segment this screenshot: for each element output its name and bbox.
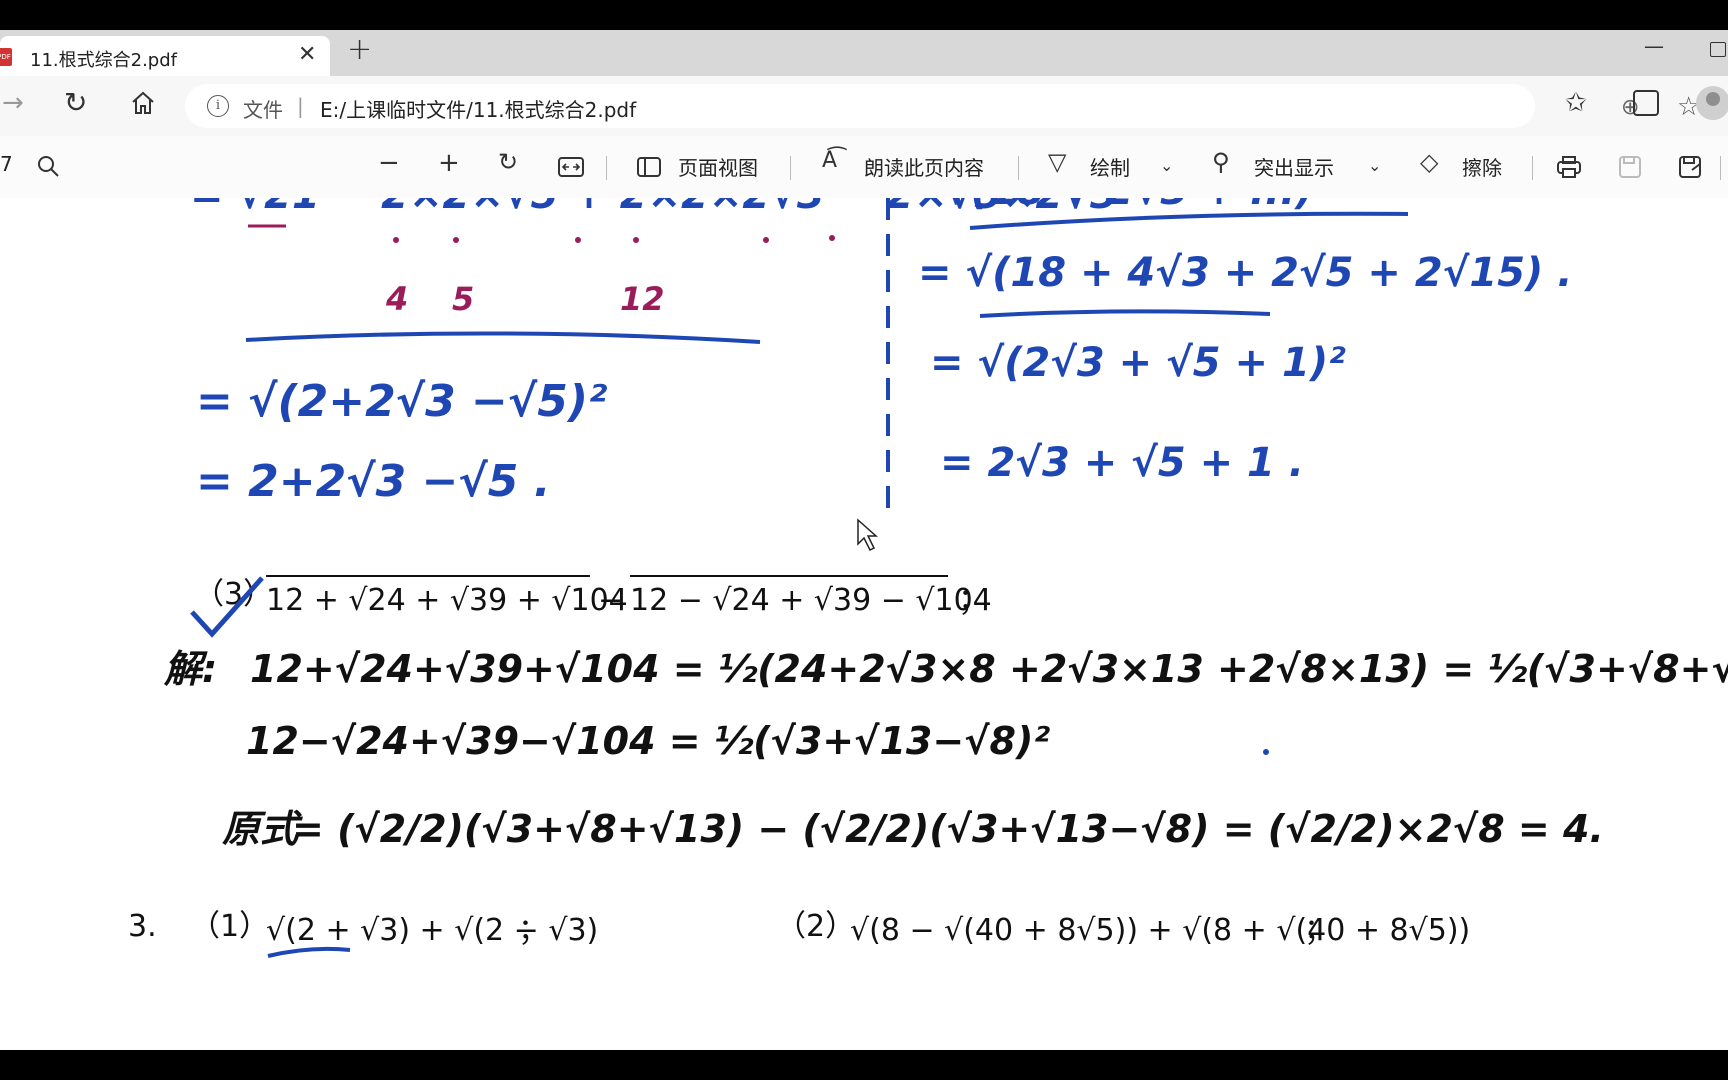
minimize-icon[interactable]: — — [1644, 34, 1664, 58]
question-3-2-end: ； — [1304, 913, 1334, 948]
handwritten-right-line3: = 2√3 + √5 + 1 . — [940, 440, 1304, 486]
restore-icon[interactable] — [1710, 42, 1726, 57]
handwritten-number-12: 12 — [620, 280, 665, 318]
forward-icon[interactable]: → — [2, 88, 24, 118]
erase-button[interactable]: 擦除 — [1462, 152, 1502, 181]
tab-strip: PDF 11.根式综合2.pdf ✕ + — — [0, 30, 1728, 76]
handwritten-right-line2: = √(2√3 + √5 + 1)² — [930, 340, 1346, 386]
print-icon[interactable] — [1556, 156, 1582, 178]
screen-frame-bottom — [0, 1050, 1728, 1080]
question-3-number: 3. — [128, 909, 157, 944]
page-number-fragment: 7 — [0, 152, 13, 176]
toolbar-separator — [1018, 156, 1019, 180]
highlight-icon[interactable]: ⚲ — [1212, 148, 1230, 176]
new-tab-icon[interactable]: + — [347, 32, 372, 67]
save-icon[interactable] — [1618, 156, 1642, 178]
toolbar-separator — [1532, 156, 1533, 180]
profile-avatar[interactable] — [1696, 86, 1728, 120]
address-bar-row: → ↻ i 文件 | E:/上课临时文件/11.根式综合2.pdf ⊕ ☆ ✩ — [0, 76, 1728, 136]
draw-icon[interactable]: ▽ — [1048, 148, 1066, 176]
zoom-out-icon[interactable]: − — [378, 148, 400, 178]
question-3-1-label: （1） — [190, 909, 269, 944]
problem-3-end: ； — [958, 583, 988, 618]
refresh-icon[interactable]: ↻ — [64, 86, 87, 119]
handwritten-left-line3: = 2+2√3 −√5 . — [196, 456, 550, 507]
url-field[interactable]: i 文件 | E:/上课临时文件/11.根式综合2.pdf ⊕ ☆ — [185, 84, 1700, 128]
solution-line3-label: 原式 — [222, 807, 303, 851]
favorites-icon[interactable]: ✩ — [1565, 88, 1587, 118]
page-view-icon[interactable] — [636, 156, 662, 178]
problem-3-expr-a: 12 + √24 + √39 + √104 — [266, 583, 628, 618]
solution-line2: 12−√24+√39−√104 = ½(√3+√13−√8)² — [246, 719, 1050, 763]
solution-line1: 12+√24+√39+√104 = ½(24+2√3×8 +2√3×13 +2√… — [250, 647, 1728, 691]
url-text: E:/上课临时文件/11.根式综合2.pdf — [320, 98, 637, 122]
ink-dots — [393, 235, 835, 243]
pdf-page-canvas: = √21 − 2×2×√5 + 2×2×2√3 − 2×√5×2√3 4 5 … — [128, 198, 1728, 958]
highlight-button[interactable]: 突出显示 — [1254, 152, 1334, 181]
question-3-2-expr: √(8 − √(40 + 8√5)) + √(8 + √(40 + 8√5)) — [850, 913, 1470, 948]
mouse-cursor-icon — [857, 518, 878, 552]
ink-underline — [267, 946, 351, 958]
question-3-1-expr: √(2 + √3) + √(2 − √3) — [266, 913, 598, 948]
read-aloud-icon[interactable]: A͡ — [822, 148, 837, 173]
chevron-down-icon[interactable]: ⌄ — [1368, 156, 1381, 175]
toolbar-separator — [790, 156, 791, 180]
tab-title: 11.根式综合2.pdf — [30, 50, 177, 71]
draw-button[interactable]: 绘制 — [1090, 152, 1130, 181]
close-icon[interactable]: ✕ — [298, 42, 316, 67]
question-3-1-end: ； — [518, 913, 548, 948]
toolbar-separator — [1720, 156, 1721, 180]
page-view-button[interactable]: 页面视图 — [678, 152, 758, 181]
handwritten-number-4: 4 — [385, 280, 408, 318]
handwritten-right-line1: = √(18 + 4√3 + 2√5 + 2√15) . — [918, 250, 1572, 296]
question-3-2-label: （2） — [776, 909, 855, 944]
fit-width-icon[interactable] — [558, 156, 584, 178]
handwritten-left-line2: = √(2+2√3 −√5)² — [196, 376, 607, 427]
chevron-down-icon[interactable]: ⌄ — [1160, 156, 1173, 175]
rotate-icon[interactable]: ↻ — [498, 148, 518, 176]
pdf-file-icon: PDF — [0, 48, 12, 66]
url-scheme-label: 文件 — [243, 98, 283, 122]
url-separator: | — [297, 94, 304, 118]
pdf-toolbar: 7 − + ↻ 页面视图 A͡ 朗读此页内容 ▽ 绘制 ⌄ ⚲ 突出显示 ⌄ ◇… — [0, 136, 1728, 199]
ink-dot — [1263, 749, 1269, 755]
eraser-icon[interactable]: ◇ — [1420, 148, 1438, 176]
handwritten-number-5: 5 — [452, 280, 474, 318]
browser-tab[interactable]: PDF 11.根式综合2.pdf ✕ — [0, 36, 330, 76]
ink-radical-bar — [979, 309, 1271, 318]
solution-line3: = (√2/2)(√3+√8+√13) − (√2/2)(√3+√13−√8) … — [292, 807, 1604, 851]
handwritten-right-top: √(18 + 2√3 + ...) — [944, 198, 1314, 214]
problem-3-minus: − — [598, 583, 623, 618]
solution-label: 解: — [163, 647, 217, 691]
ink-radical-bar — [245, 331, 761, 344]
collections-icon[interactable] — [1633, 90, 1659, 116]
info-icon[interactable]: i — [207, 95, 229, 117]
home-icon[interactable] — [130, 90, 156, 116]
zoom-in-button-icon[interactable]: + — [438, 148, 460, 178]
problem-3-expr-b: 12 − √24 + √39 − √104 — [630, 583, 992, 618]
toolbar-separator — [606, 156, 607, 180]
save-as-icon[interactable] — [1678, 156, 1702, 178]
pdf-page[interactable]: = √21 − 2×2×√5 + 2×2×2√3 − 2×√5×2√3 4 5 … — [0, 198, 1728, 1050]
search-icon[interactable] — [36, 154, 60, 178]
read-aloud-button[interactable]: 朗读此页内容 — [864, 152, 984, 181]
screen-frame-top — [0, 0, 1728, 30]
